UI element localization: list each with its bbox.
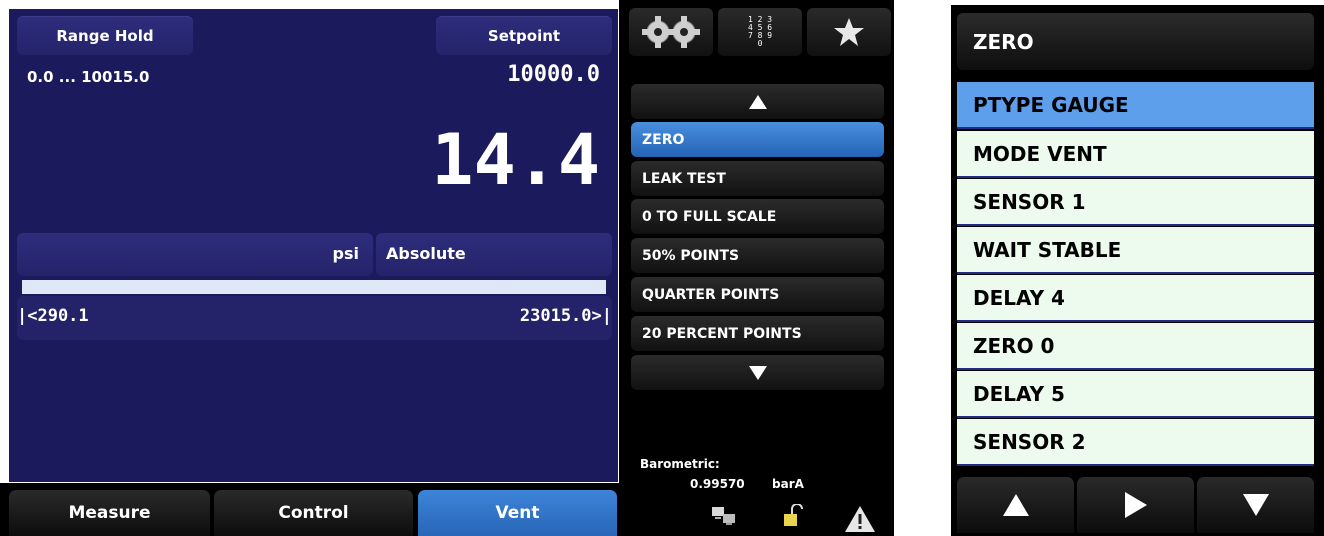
- step-select-button[interactable]: [1077, 477, 1194, 533]
- step-row[interactable]: ZERO 0: [957, 323, 1314, 370]
- mode-label: Absolute: [386, 244, 466, 263]
- barometric-unit: barA: [772, 477, 804, 491]
- barometric-value: 0.99570: [690, 477, 745, 491]
- triangle-up-icon: [1002, 494, 1029, 516]
- step-down-button[interactable]: [1197, 477, 1314, 533]
- warning-icon[interactable]: [844, 505, 876, 533]
- triangle-up-icon: [748, 94, 767, 109]
- range-text: 0.0 ... 10015.0: [27, 68, 150, 86]
- menu-item-leak-test[interactable]: LEAK TEST: [631, 161, 884, 196]
- menu-item-zero[interactable]: ZERO: [631, 122, 884, 157]
- triangle-down-icon: [748, 365, 767, 380]
- tab-measure[interactable]: Measure: [9, 490, 210, 536]
- gears-icon: [642, 16, 700, 48]
- setpoint-button[interactable]: Setpoint: [436, 16, 612, 55]
- menu-item-20-percent-points[interactable]: 20 PERCENT POINTS: [631, 316, 884, 351]
- star-icon: [834, 18, 864, 46]
- menu-scroll-down-button[interactable]: [631, 355, 884, 390]
- setpoint-value[interactable]: 10000.0: [400, 62, 600, 87]
- keypad-icon: 1 2 3 4 5 6 7 8 9 0: [747, 15, 773, 48]
- unit-label: psi: [332, 244, 359, 263]
- step-row[interactable]: WAIT STABLE: [957, 227, 1314, 274]
- menu-item-quarter-points[interactable]: QUARTER POINTS: [631, 277, 884, 312]
- bar-min-label: |<290.1: [17, 306, 89, 326]
- unit-button[interactable]: psi: [17, 233, 373, 276]
- pressure-bar-track: [22, 280, 606, 294]
- range-hold-button[interactable]: Range Hold: [17, 16, 193, 55]
- favorites-button[interactable]: [807, 8, 891, 56]
- step-row[interactable]: DELAY 4: [957, 275, 1314, 322]
- menu-item-0-to-full-scale[interactable]: 0 TO FULL SCALE: [631, 199, 884, 234]
- mode-button[interactable]: Absolute: [376, 233, 612, 276]
- step-row[interactable]: MODE VENT: [957, 131, 1314, 178]
- network-icon: [712, 507, 735, 525]
- step-list-header: ZERO: [957, 13, 1314, 70]
- menu-scroll-up-button[interactable]: [631, 84, 884, 119]
- tab-vent[interactable]: Vent: [418, 490, 617, 536]
- step-row[interactable]: DELAY 5: [957, 371, 1314, 418]
- keypad-button[interactable]: 1 2 3 4 5 6 7 8 9 0: [718, 8, 802, 56]
- triangle-down-icon: [1242, 494, 1269, 516]
- bar-max-label: 23015.0>|: [519, 306, 612, 326]
- unlock-icon[interactable]: [783, 504, 803, 528]
- barometric-label: Barometric:: [640, 457, 720, 471]
- step-row[interactable]: SENSOR 1: [957, 179, 1314, 226]
- menu-item-50-percent-points[interactable]: 50% POINTS: [631, 238, 884, 273]
- settings-button[interactable]: [629, 8, 713, 56]
- step-row[interactable]: PTYPE GAUGE: [957, 82, 1314, 129]
- tab-control[interactable]: Control: [214, 490, 413, 536]
- step-up-button[interactable]: [957, 477, 1074, 533]
- step-list-title: ZERO: [973, 30, 1034, 54]
- triangle-right-icon: [1124, 492, 1147, 518]
- step-row[interactable]: SENSOR 2: [957, 419, 1314, 466]
- pressure-reading: 14.4: [431, 119, 600, 201]
- bar-range-row: |<290.1 23015.0>|: [17, 296, 612, 340]
